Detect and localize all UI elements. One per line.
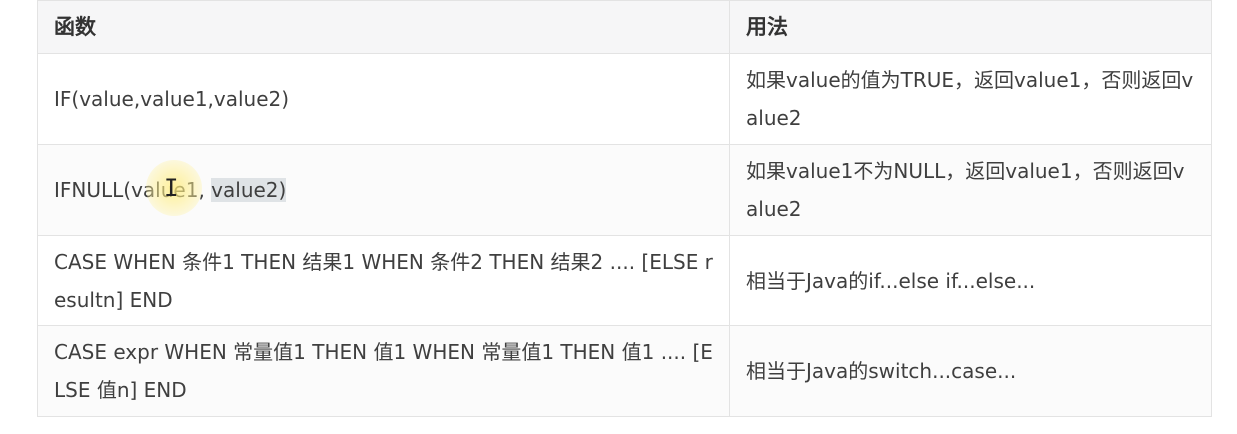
- usage-cell[interactable]: 如果value1不为NULL，返回value1，否则返回value2: [729, 144, 1212, 236]
- table-row: CASE expr WHEN 常量值1 THEN 值1 WHEN 常量值1 TH…: [37, 325, 1212, 417]
- function-cell[interactable]: IFNULL(value1, value2): [37, 144, 730, 236]
- table-row: CASE WHEN 条件1 THEN 结果1 WHEN 条件2 THEN 结果2…: [37, 235, 1212, 326]
- usage-cell[interactable]: 相当于Java的if...else if...else...: [729, 235, 1212, 326]
- header-function: 函数: [37, 0, 730, 54]
- function-cell[interactable]: IF(value,value1,value2): [37, 53, 730, 145]
- function-table: 函数 用法 IF(value,value1,value2) 如果value的值为…: [37, 0, 1212, 417]
- function-cell[interactable]: CASE WHEN 条件1 THEN 结果1 WHEN 条件2 THEN 结果2…: [37, 235, 730, 326]
- table-row: IF(value,value1,value2) 如果value的值为TRUE，返…: [37, 53, 1212, 145]
- table-header-row: 函数 用法: [37, 0, 1212, 54]
- function-text: IFNULL(value1,: [54, 178, 212, 202]
- function-cell[interactable]: CASE expr WHEN 常量值1 THEN 值1 WHEN 常量值1 TH…: [37, 325, 730, 417]
- table-row: IFNULL(value1, value2) 如果value1不为NULL，返回…: [37, 144, 1212, 236]
- usage-cell[interactable]: 如果value的值为TRUE，返回value1，否则返回value2: [729, 53, 1212, 145]
- usage-cell[interactable]: 相当于Java的switch...case...: [729, 325, 1212, 417]
- selected-text: value2): [211, 178, 287, 202]
- header-usage: 用法: [729, 0, 1212, 54]
